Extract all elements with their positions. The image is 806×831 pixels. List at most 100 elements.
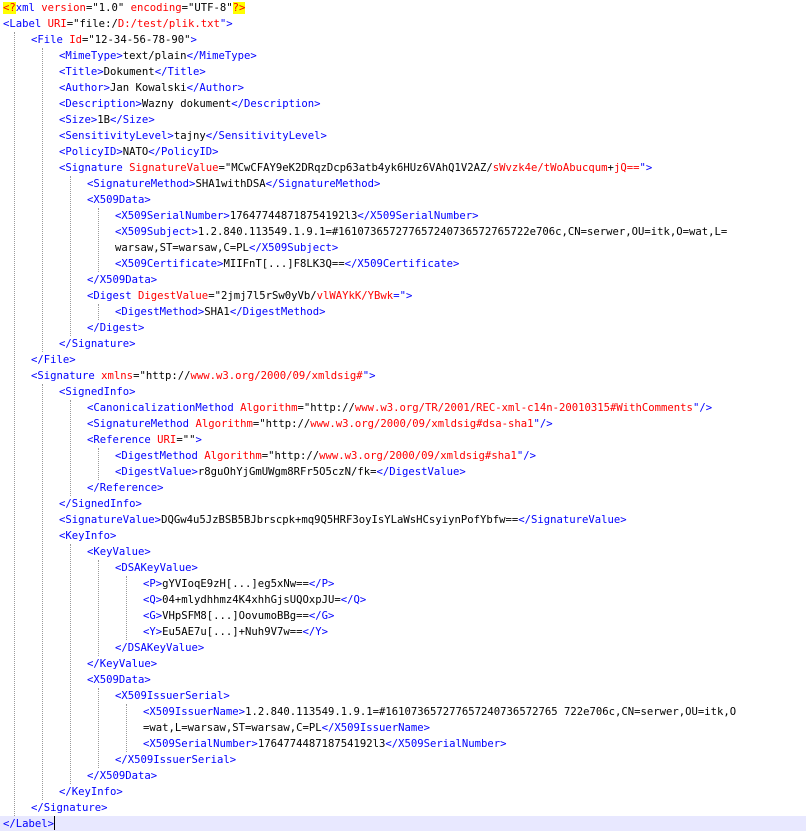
code-token-tag: </G> xyxy=(308,610,335,622)
code-token-text: ="http:// xyxy=(297,402,355,414)
code-line[interactable]: </Reference> xyxy=(0,480,806,496)
code-token-tag: <DigestMethod> xyxy=(115,306,205,318)
code-line[interactable]: <KeyInfo> xyxy=(0,528,806,544)
code-line[interactable]: <Y>Eu5AE7u[...]+Nuh9V7w==</Y> xyxy=(0,624,806,640)
code-token-text: 04+mlydhhmz4K4xhhGjsUQOxpJU= xyxy=(162,594,341,606)
code-line[interactable]: </KeyInfo> xyxy=(0,784,806,800)
code-token-tag: ="> xyxy=(393,290,413,302)
code-line[interactable]: </Label> xyxy=(0,816,806,831)
code-token-tag: <Title> xyxy=(59,66,104,78)
indent-guide xyxy=(42,384,43,800)
code-token-tag: </X509Certificate> xyxy=(344,258,460,270)
code-line[interactable]: </File> xyxy=(0,352,806,368)
code-line[interactable]: </SignedInfo> xyxy=(0,496,806,512)
code-line[interactable]: <SignedInfo> xyxy=(0,384,806,400)
code-line[interactable]: <Size>1B</Size> xyxy=(0,112,806,128)
code-token-text: SHA1 xyxy=(204,306,230,318)
code-token-tag: <Label xyxy=(3,18,48,30)
code-line[interactable]: <MimeType>text/plain</MimeType> xyxy=(0,48,806,64)
code-token-tag: </File> xyxy=(31,354,76,366)
code-token-tag: </SignatureValue> xyxy=(518,514,627,526)
indent-guide xyxy=(126,704,127,752)
code-line[interactable]: <PolicyID>NATO</PolicyID> xyxy=(0,144,806,160)
code-line[interactable]: <X509IssuerSerial> xyxy=(0,688,806,704)
code-line[interactable]: <SignatureMethod>SHA1withDSA</SignatureM… xyxy=(0,176,806,192)
code-token-tag: </Y> xyxy=(302,626,328,638)
code-line[interactable]: <X509Data> xyxy=(0,672,806,688)
code-line[interactable]: <P>gYVIoqE9zH[...]eg5xNw==</P> xyxy=(0,576,806,592)
code-token-tag: </Label> xyxy=(3,818,55,830)
code-token-attr: URI xyxy=(47,18,67,30)
code-token-tag: </DSAKeyValue> xyxy=(115,642,205,654)
code-line[interactable]: <Title>Dokument</Title> xyxy=(0,64,806,80)
code-line[interactable]: <G>VHpSFM8[...]OovumoBBg==</G> xyxy=(0,608,806,624)
code-line[interactable]: <X509Certificate>MIIFnT[...]F8LK3Q==</X5… xyxy=(0,256,806,272)
code-line[interactable]: <X509SerialNumber>176477448718754192l3</… xyxy=(0,736,806,752)
code-line[interactable]: </DSAKeyValue> xyxy=(0,640,806,656)
code-line[interactable]: <X509IssuerName>1.2.840.113549.1.9.1=#16… xyxy=(0,704,806,720)
code-line[interactable]: <Author>Jan Kowalski</Author> xyxy=(0,80,806,96)
indent-guide xyxy=(42,48,43,352)
code-token-tag: <MimeType> xyxy=(59,50,123,62)
code-line[interactable]: </KeyValue> xyxy=(0,656,806,672)
code-line[interactable]: warsaw,ST=warsaw,C=PL</X509Subject> xyxy=(0,240,806,256)
code-token-tag: <SignatureMethod xyxy=(87,418,196,430)
code-line[interactable]: <X509SerialNumber>176477448718754192l3</… xyxy=(0,208,806,224)
code-line[interactable]: <SignatureValue>DQGw4u5JzBSB5BJbrscpk+mq… xyxy=(0,512,806,528)
code-line[interactable]: <Description>Wazny dokument</Description… xyxy=(0,96,806,112)
code-line[interactable]: <DigestMethod Algorithm="http://www.w3.o… xyxy=(0,448,806,464)
code-token-tag: <X509IssuerSerial> xyxy=(115,690,230,702)
code-token-text: ="2jmj7l5rSw0yVb/ xyxy=(208,290,317,302)
code-token-decl: ?> xyxy=(232,2,246,14)
code-token-text: 1.2.840.113549.1.9.1=#161073657277657240… xyxy=(245,706,737,718)
code-token-text: ="UTF-8" xyxy=(181,2,233,14)
code-line[interactable]: <?xml version="1.0" encoding="UTF-8"?> xyxy=(0,0,806,16)
code-line[interactable]: <CanonicalizationMethod Algorithm="http:… xyxy=(0,400,806,416)
code-line[interactable]: </X509Data> xyxy=(0,272,806,288)
code-line[interactable]: </Signature> xyxy=(0,800,806,816)
code-line[interactable]: <File Id="12-34-56-78-90"> xyxy=(0,32,806,48)
code-token-tag: <Signature xyxy=(59,162,130,174)
code-line[interactable]: <X509Data> xyxy=(0,192,806,208)
code-token-value-red: jQ== xyxy=(613,162,640,174)
code-line[interactable]: <Signature SignatureValue="MCwCFAY9eK2DR… xyxy=(0,160,806,176)
code-token-tag: <PolicyID> xyxy=(59,146,123,158)
code-line[interactable]: <X509Subject>1.2.840.113549.1.9.1=#16107… xyxy=(0,224,806,240)
code-token-text: Dokument xyxy=(103,66,155,78)
code-line[interactable]: <Signature xmlns="http://www.w3.org/2000… xyxy=(0,368,806,384)
code-token-text: DQGw4u5JzBSB5BJbrscpk+mq9Q5HRF3oyIsYLaWs… xyxy=(161,514,519,526)
code-line[interactable]: </X509Data> xyxy=(0,768,806,784)
code-line[interactable]: <SensitivityLevel>tajny</SensitivityLeve… xyxy=(0,128,806,144)
code-line[interactable]: <Q>04+mlydhhmz4K4xhhGjsUQOxpJU=</Q> xyxy=(0,592,806,608)
code-line[interactable]: <KeyValue> xyxy=(0,544,806,560)
code-line[interactable]: =wat,L=warsaw,ST=warsaw,C=PL</X509Issuer… xyxy=(0,720,806,736)
code-token-tag: xml xyxy=(15,2,35,14)
xml-editor[interactable]: <?xml version="1.0" encoding="UTF-8"?> <L… xyxy=(0,0,806,831)
code-token-tag: <Q> xyxy=(143,594,163,606)
code-token-text: SHA1withDSA xyxy=(195,178,266,190)
code-token-text: text/plain xyxy=(122,50,187,62)
code-token-tag: "/> xyxy=(516,450,536,462)
code-token-tag: > xyxy=(190,34,197,46)
indent-guide xyxy=(98,304,99,320)
code-line[interactable]: </Digest> xyxy=(0,320,806,336)
code-token-tag: </Title> xyxy=(154,66,206,78)
code-line[interactable]: <DigestMethod>SHA1</DigestMethod> xyxy=(0,304,806,320)
code-token-tag: </X509IssuerSerial> xyxy=(115,754,237,766)
code-line[interactable]: <DSAKeyValue> xyxy=(0,560,806,576)
code-line[interactable]: <Digest DigestValue="2jmj7l5rSw0yVb/vlWA… xyxy=(0,288,806,304)
indent-guide xyxy=(70,400,71,496)
text-caret xyxy=(54,816,56,830)
code-token-tag: > xyxy=(195,434,202,446)
code-line[interactable]: </X509IssuerSerial> xyxy=(0,752,806,768)
code-token-tag: <X509Certificate> xyxy=(115,258,224,270)
indent-guide xyxy=(126,576,127,640)
code-token-text: ="1.0" xyxy=(85,2,125,14)
code-token-text: 1.2.840.113549.1.9.1=#161073657277657240… xyxy=(197,226,728,238)
code-line[interactable]: <Reference URI=""> xyxy=(0,432,806,448)
code-line[interactable]: <DigestValue>r8guOhYjGmUWgm8RFr5O5czN/fk… xyxy=(0,464,806,480)
code-line[interactable]: <SignatureMethod Algorithm="http://www.w… xyxy=(0,416,806,432)
code-token-tag: <X509SerialNumber> xyxy=(143,738,258,750)
code-line[interactable]: <Label URI="file:/D:/test/plik.txt"> xyxy=(0,16,806,32)
code-line[interactable]: </Signature> xyxy=(0,336,806,352)
